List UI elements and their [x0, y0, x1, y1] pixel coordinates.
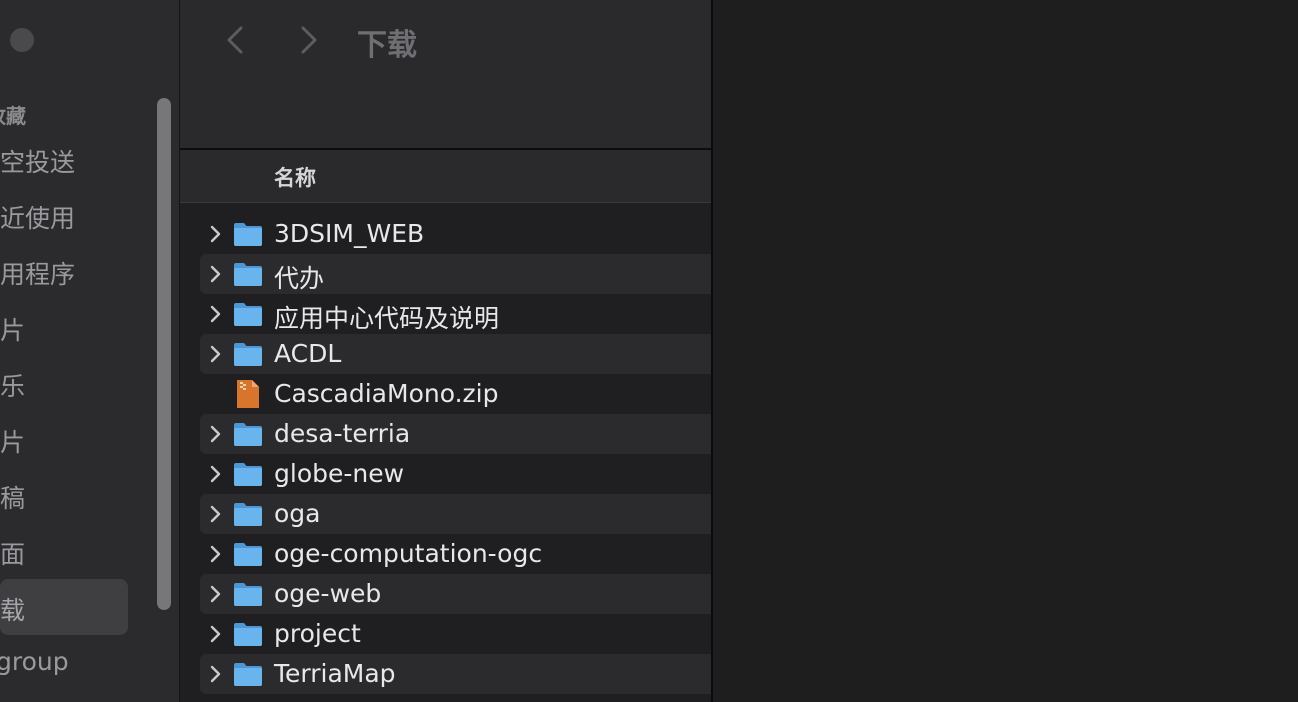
- disclosure-toggle[interactable]: [208, 624, 222, 644]
- sidebar-item-downloads[interactable]: 下载: [0, 579, 128, 635]
- file-row[interactable]: ACDL: [200, 334, 711, 374]
- disclosure-toggle[interactable]: [208, 544, 222, 564]
- window-title: 下载: [357, 28, 417, 63]
- sidebar-item-label: group: [0, 647, 69, 676]
- sidebar: 收藏 隔空投送 最近使用 应用程序 影片 音乐 图片 文稿 桌面 下载 grou…: [0, 0, 180, 702]
- file-name: 应用中心代码及说明: [274, 304, 500, 333]
- toolbar: 下载: [180, 0, 711, 150]
- sidebar-scrollbar[interactable]: [157, 98, 171, 610]
- disclosure-toggle[interactable]: [208, 224, 222, 244]
- back-button[interactable]: [218, 22, 254, 58]
- chevron-right-icon: [210, 345, 221, 363]
- chevron-right-icon: [210, 505, 221, 523]
- sidebar-item-airdrop[interactable]: 隔空投送: [0, 131, 128, 187]
- chevron-right-icon: [210, 465, 221, 483]
- chevron-left-icon: [227, 26, 243, 54]
- folder-icon: [232, 220, 264, 248]
- folder-icon: [232, 260, 264, 288]
- file-row[interactable]: 应用中心代码及说明: [200, 294, 711, 334]
- sidebar-item-desktop[interactable]: 桌面: [0, 523, 128, 579]
- file-row[interactable]: desa-terria: [200, 414, 711, 454]
- disclosure-toggle[interactable]: [208, 304, 222, 324]
- file-row[interactable]: oge-web: [200, 574, 711, 614]
- sidebar-section-title: 收藏: [0, 104, 26, 128]
- file-row[interactable]: project: [200, 614, 711, 654]
- file-name: 3DSIM_WEB: [274, 219, 425, 248]
- file-name: 代办: [274, 264, 325, 293]
- sidebar-item-label: 应用程序: [0, 260, 76, 289]
- file-row[interactable]: 代办: [200, 254, 711, 294]
- folder-icon: [232, 660, 264, 688]
- finder-window: 收藏 隔空投送 最近使用 应用程序 影片 音乐 图片 文稿 桌面 下载 grou…: [0, 0, 1298, 702]
- window-control-button[interactable]: [10, 28, 34, 52]
- folder-icon: [232, 540, 264, 568]
- file-name: oge-computation-ogc: [274, 539, 543, 568]
- disclosure-toggle[interactable]: [208, 584, 222, 604]
- disclosure-toggle[interactable]: [208, 664, 222, 684]
- chevron-right-icon: [210, 425, 221, 443]
- folder-icon: [232, 340, 264, 368]
- file-name: project: [274, 619, 361, 648]
- sidebar-item-label: 桌面: [0, 540, 26, 569]
- file-row[interactable]: TerriaMap: [200, 654, 711, 694]
- file-name: TerriaMap: [274, 659, 396, 688]
- folder-icon: [232, 500, 264, 528]
- sidebar-item-recents[interactable]: 最近使用: [0, 187, 128, 243]
- file-name: oga: [274, 499, 321, 528]
- chevron-right-icon: [210, 545, 221, 563]
- chevron-right-icon: [210, 225, 221, 243]
- chevron-right-icon: [210, 665, 221, 683]
- folder-icon: [232, 420, 264, 448]
- sidebar-item-pictures[interactable]: 图片: [0, 411, 128, 467]
- disclosure-toggle[interactable]: [208, 264, 222, 284]
- sidebar-item-label: 影片: [0, 316, 26, 345]
- file-row[interactable]: oge-computation-ogc: [200, 534, 711, 574]
- file-name: CascadiaMono.zip: [274, 379, 499, 408]
- file-row[interactable]: globe-new: [200, 454, 711, 494]
- sidebar-item-label: 文稿: [0, 484, 26, 513]
- column-header-name[interactable]: 名称: [274, 162, 316, 192]
- sidebar-item-label: 最近使用: [0, 204, 76, 233]
- file-row[interactable]: CascadiaMono.zip: [200, 374, 711, 414]
- chevron-right-icon: [210, 625, 221, 643]
- file-name: oge-web: [274, 579, 382, 608]
- forward-button[interactable]: [290, 22, 326, 58]
- disclosure-toggle[interactable]: [208, 424, 222, 444]
- chevron-right-icon: [210, 305, 221, 323]
- file-name: ACDL: [274, 339, 342, 368]
- sidebar-item-music[interactable]: 音乐: [0, 355, 128, 411]
- sidebar-item-movies[interactable]: 影片: [0, 299, 128, 355]
- preview-pane: [713, 0, 1298, 702]
- chevron-right-icon: [301, 26, 317, 54]
- sidebar-item-documents[interactable]: 文稿: [0, 467, 128, 523]
- folder-icon: [232, 460, 264, 488]
- disclosure-toggle[interactable]: [208, 464, 222, 484]
- file-row[interactable]: 3DSIM_WEB: [200, 214, 711, 254]
- sidebar-item-label: 下载: [0, 596, 26, 625]
- file-list: 3DSIM_WEB 代办应用中心代码及说明 ACDL CascadiaMono.zip…: [200, 214, 711, 694]
- folder-icon: [232, 300, 264, 328]
- disclosure-toggle[interactable]: [208, 344, 222, 364]
- file-name: globe-new: [274, 459, 405, 488]
- chevron-right-icon: [210, 265, 221, 283]
- sidebar-item-applications[interactable]: 应用程序: [0, 243, 128, 299]
- sidebar-item-label: 音乐: [0, 372, 26, 401]
- chevron-right-icon: [210, 585, 221, 603]
- zip-file-icon: [232, 380, 264, 408]
- column-header[interactable]: 名称: [180, 150, 711, 203]
- file-row[interactable]: oga: [200, 494, 711, 534]
- folder-icon: [232, 580, 264, 608]
- sidebar-item-label: 图片: [0, 428, 26, 457]
- disclosure-toggle[interactable]: [208, 504, 222, 524]
- file-name: desa-terria: [274, 419, 411, 448]
- folder-icon: [232, 620, 264, 648]
- file-browser: 下载 名称 3DSIM_WEB 代办应用中心代码及说明 ACDL CascadiaMo…: [180, 0, 711, 702]
- sidebar-item-group[interactable]: group: [0, 635, 128, 691]
- sidebar-item-label: 隔空投送: [0, 148, 76, 177]
